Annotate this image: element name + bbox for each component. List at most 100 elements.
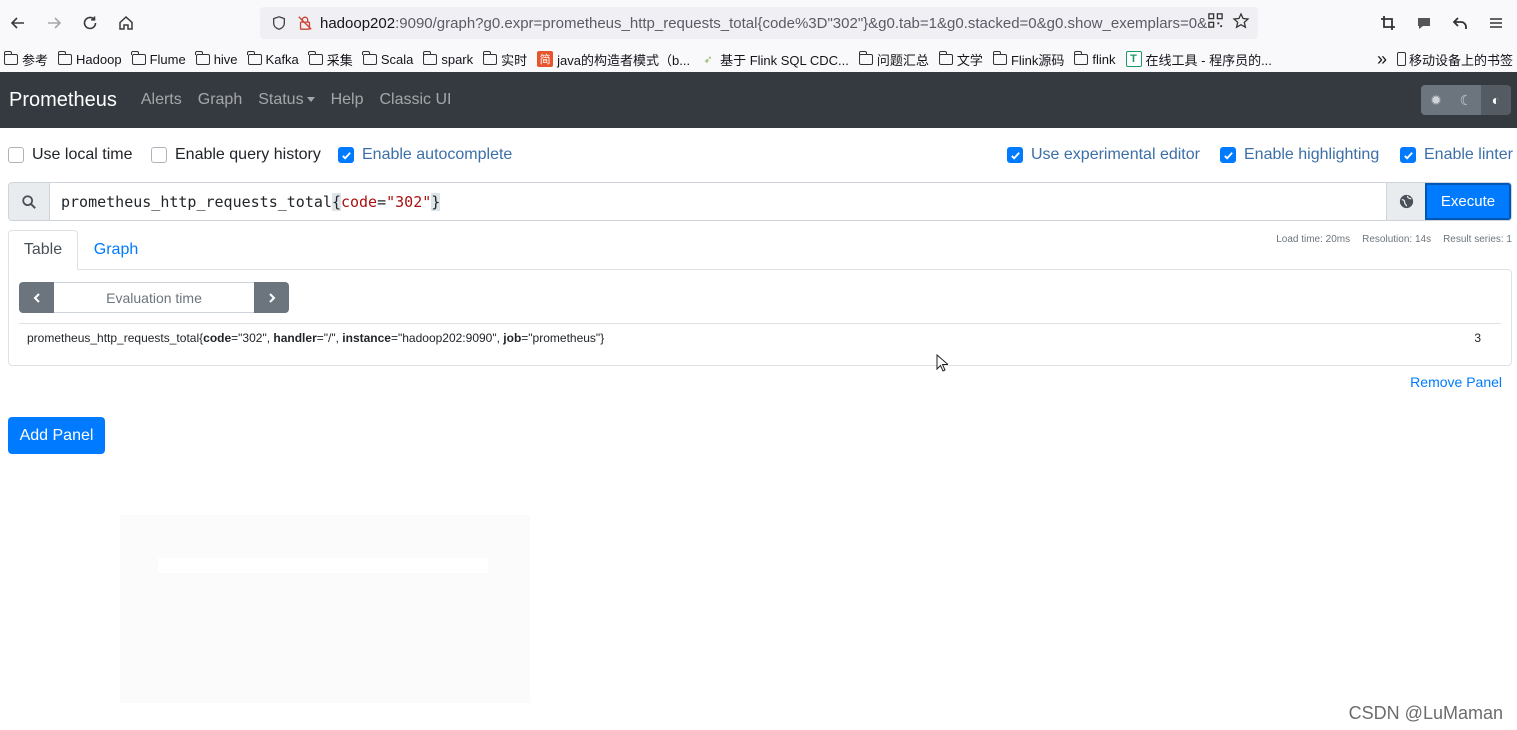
- enable-autocomplete-checkbox[interactable]: [338, 147, 354, 163]
- folder-icon: [992, 50, 1007, 65]
- bookmark-item[interactable]: Hadoop: [57, 50, 122, 67]
- url-text[interactable]: hadoop202:9090/graph?g0.expr=prometheus_…: [320, 15, 1207, 32]
- menu-icon[interactable]: [1481, 8, 1511, 38]
- option-label: Enable linter: [1424, 146, 1513, 163]
- enable-autocomplete-option[interactable]: Enable autocomplete: [338, 140, 512, 170]
- query-equals: =: [377, 192, 387, 211]
- enable-linter-option[interactable]: Enable linter: [1400, 140, 1513, 170]
- use-experimental-editor-checkbox[interactable]: [1007, 147, 1023, 163]
- folder-icon: [195, 50, 210, 65]
- nav-link-status[interactable]: Status: [258, 91, 315, 109]
- crop-icon[interactable]: [1373, 8, 1403, 38]
- label-key: code: [203, 331, 232, 345]
- bookmark-item[interactable]: spark: [422, 50, 474, 67]
- bookmark-item[interactable]: 问题汇总: [858, 50, 929, 69]
- bookmark-item[interactable]: 实时: [482, 50, 528, 69]
- folder-icon: [308, 50, 323, 65]
- enable-query-history-checkbox[interactable]: [151, 147, 167, 163]
- enable-highlighting-checkbox[interactable]: [1220, 147, 1236, 163]
- query-metric-name: prometheus_http_requests_total: [61, 192, 332, 211]
- bookmarks-overflow-icon[interactable]: »: [1377, 49, 1387, 70]
- add-panel-button[interactable]: Add Panel: [8, 417, 105, 454]
- bookmark-item[interactable]: 简 java的构造者模式（b...: [537, 50, 690, 69]
- mobile-bookmarks[interactable]: 移动设备上的书签: [1396, 50, 1513, 69]
- use-local-time-option[interactable]: Use local time: [8, 140, 132, 170]
- label-value: "prometheus": [528, 331, 601, 345]
- result-series: Result series: 1: [1443, 234, 1512, 245]
- qr-code-icon[interactable]: [1207, 12, 1224, 34]
- bookmark-item[interactable]: ➶ 基于 Flink SQL CDC...: [700, 50, 848, 69]
- bookmark-item[interactable]: Flume: [131, 50, 186, 67]
- nav-link-graph[interactable]: Graph: [198, 91, 242, 109]
- expression-bar: prometheus_http_requests_total{code = "302…: [8, 182, 1512, 221]
- use-local-time-checkbox[interactable]: [8, 147, 24, 163]
- bookmark-item[interactable]: Scala: [362, 50, 413, 67]
- bookmark-item[interactable]: hive: [195, 50, 238, 67]
- sun-icon[interactable]: ✹: [1421, 85, 1451, 115]
- previous-time-button[interactable]: [19, 282, 54, 313]
- bookmark-label: spark: [441, 51, 474, 67]
- chat-icon[interactable]: [1409, 8, 1439, 38]
- enable-linter-checkbox[interactable]: [1400, 147, 1416, 163]
- bookmark-item[interactable]: 参考: [3, 50, 49, 69]
- label-value: "hadoop202:9090": [397, 331, 497, 345]
- evaluation-time-input[interactable]: Evaluation time: [54, 282, 254, 313]
- moon-icon[interactable]: ☾: [1451, 85, 1481, 115]
- nav-link-help[interactable]: Help: [331, 91, 364, 109]
- mouse-cursor-icon: [936, 354, 948, 372]
- bookmark-label: hive: [213, 51, 238, 67]
- half-circle-icon[interactable]: ◐: [1481, 85, 1511, 115]
- nav-link-alerts[interactable]: Alerts: [141, 91, 182, 109]
- search-icon: [9, 183, 50, 220]
- bookmark-item[interactable]: flink: [1073, 50, 1116, 67]
- label-value: "/": [323, 331, 336, 345]
- folder-icon: [482, 50, 498, 65]
- bookmark-label: Flume: [149, 51, 186, 67]
- resolution: Resolution: 14s: [1362, 234, 1432, 245]
- brand-link[interactable]: Prometheus: [9, 89, 117, 112]
- next-time-button[interactable]: [254, 282, 289, 313]
- folder-icon: [57, 50, 73, 65]
- nav-link-classic-ui[interactable]: Classic UI: [379, 91, 451, 109]
- star-icon[interactable]: [1232, 11, 1250, 35]
- bookmark-label: 采集: [326, 52, 353, 68]
- bookmark-label: flink: [1092, 51, 1116, 67]
- expression-input[interactable]: prometheus_http_requests_total{code = "302…: [50, 183, 1386, 220]
- bookmark-label: 实时: [501, 52, 528, 68]
- enable-highlighting-option[interactable]: Enable highlighting: [1220, 140, 1379, 170]
- table-panel: Evaluation time prometheus_http_requests…: [8, 269, 1512, 366]
- execute-button[interactable]: Execute: [1425, 183, 1511, 220]
- tab-table[interactable]: Table: [8, 230, 78, 270]
- home-icon[interactable]: [108, 5, 144, 41]
- enable-query-history-option[interactable]: Enable query history: [151, 140, 321, 170]
- folder-icon: [362, 50, 377, 65]
- remove-panel-link[interactable]: Remove Panel: [1410, 374, 1502, 390]
- bookmark-item[interactable]: Kafka: [247, 50, 299, 67]
- bookmark-label: Hadoop: [76, 51, 122, 67]
- browser-toolbar: hadoop202:9090/graph?g0.expr=prometheus_…: [0, 0, 1517, 46]
- leaf-favicon-icon: ➶: [703, 53, 713, 66]
- bookmark-item[interactable]: Flink源码: [992, 50, 1064, 69]
- insecure-lock-icon[interactable]: [294, 12, 316, 34]
- tab-graph[interactable]: Graph: [78, 230, 154, 270]
- bookmark-label: 参考: [22, 52, 49, 68]
- bookmark-label: java的构造者模式（b...: [557, 52, 691, 68]
- address-bar[interactable]: hadoop202:9090/graph?g0.expr=prometheus_…: [260, 7, 1258, 39]
- tool-favicon-icon: T: [1125, 51, 1142, 67]
- bookmark-item[interactable]: T 在线工具 - 程序员的...: [1125, 50, 1272, 69]
- undo-icon[interactable]: [1445, 8, 1475, 38]
- bookmark-item[interactable]: 采集: [308, 50, 353, 69]
- shield-icon[interactable]: [268, 12, 290, 34]
- folder-icon: [3, 50, 18, 65]
- forward-arrow-icon[interactable]: [36, 5, 72, 41]
- option-label: Use local time: [32, 146, 133, 163]
- nav-link-status-label: Status: [258, 91, 304, 108]
- label-key: instance: [342, 331, 391, 345]
- theme-toggle-group: ✹ ☾ ◐: [1421, 85, 1511, 115]
- bookmark-item[interactable]: 文学: [938, 50, 983, 69]
- bookmark-label: Kafka: [265, 51, 299, 67]
- metrics-explorer-globe-icon[interactable]: [1386, 183, 1425, 220]
- use-experimental-editor-option[interactable]: Use experimental editor: [1007, 140, 1200, 170]
- reload-icon[interactable]: [72, 5, 108, 41]
- back-arrow-icon[interactable]: [0, 5, 36, 41]
